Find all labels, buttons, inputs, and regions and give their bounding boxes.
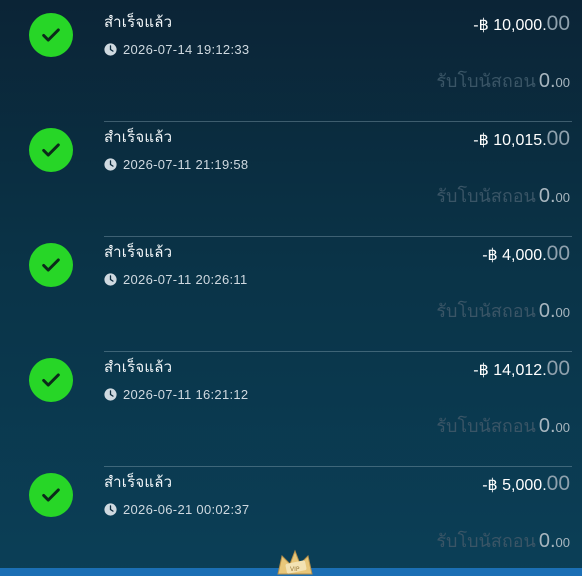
- withdraw-bonus: รับโบนัสถอน 0. 00: [436, 296, 570, 325]
- status-label: สำเร็จแล้ว: [104, 358, 173, 376]
- transaction-list: สำเร็จแล้ว 2026-07-14 19:12:33 -฿ 10,000…: [0, 0, 582, 576]
- status-label: สำเร็จแล้ว: [104, 243, 173, 261]
- amount-decimals: 00: [546, 127, 570, 150]
- amount: -฿ 4,000. 00: [482, 242, 570, 266]
- status-label: สำเร็จแล้ว: [104, 128, 173, 146]
- amount-value: -฿ 4,000.: [482, 247, 547, 264]
- bonus-value: 0.: [538, 530, 556, 552]
- amount-decimals: 00: [546, 357, 570, 380]
- timestamp-line: 2026-07-11 21:19:58: [104, 157, 248, 172]
- row-divider: [104, 236, 572, 237]
- status-label: สำเร็จแล้ว: [104, 473, 173, 491]
- timestamp-line: 2026-07-11 16:21:12: [104, 387, 248, 402]
- bonus-value: 0.: [538, 185, 556, 207]
- amount-value: -฿ 10,000.: [473, 17, 547, 34]
- bonus-decimals: 00: [555, 420, 570, 435]
- check-circle-icon: [29, 358, 73, 402]
- vip-text: VIP: [290, 566, 300, 573]
- bonus-label: รับโบนัสถอน: [436, 416, 536, 436]
- check-circle-icon: [29, 243, 73, 287]
- amount-value: -฿ 5,000.: [482, 477, 547, 494]
- vip-icon[interactable]: VIP: [272, 548, 318, 576]
- amount: -฿ 14,012. 00: [473, 357, 570, 381]
- clock-icon: [104, 273, 117, 286]
- timestamp-line: 2026-07-14 19:12:33: [104, 42, 249, 57]
- bonus-label: รับโบนัสถอน: [436, 71, 536, 91]
- amount-decimals: 00: [546, 472, 570, 495]
- amount-value: -฿ 10,015.: [473, 132, 547, 149]
- transaction-row[interactable]: สำเร็จแล้ว 2026-07-11 20:26:11 -฿ 4,000.…: [0, 230, 582, 345]
- check-circle-icon: [29, 128, 73, 172]
- bonus-decimals: 00: [555, 305, 570, 320]
- bonus-value: 0.: [538, 415, 556, 437]
- bonus-value: 0.: [538, 300, 556, 322]
- transaction-row[interactable]: สำเร็จแล้ว 2026-07-14 19:12:33 -฿ 10,000…: [0, 0, 582, 115]
- amount-decimals: 00: [546, 12, 570, 35]
- transaction-row[interactable]: สำเร็จแล้ว 2026-07-11 21:19:58 -฿ 10,015…: [0, 115, 582, 230]
- timestamp: 2026-07-11 20:26:11: [123, 272, 248, 287]
- amount: -฿ 10,000. 00: [473, 12, 570, 36]
- amount-decimals: 00: [546, 242, 570, 265]
- timestamp-line: 2026-07-11 20:26:11: [104, 272, 247, 287]
- amount-value: -฿ 14,012.: [473, 362, 547, 379]
- clock-icon: [104, 388, 117, 401]
- bonus-label: รับโบนัสถอน: [436, 186, 536, 206]
- bonus-decimals: 00: [555, 75, 570, 90]
- bonus-decimals: 00: [555, 535, 570, 550]
- row-divider: [104, 466, 572, 467]
- withdraw-bonus: รับโบนัสถอน 0. 00: [436, 526, 570, 555]
- timestamp-line: 2026-06-21 00:02:37: [104, 502, 249, 517]
- withdraw-bonus: รับโบนัสถอน 0. 00: [436, 411, 570, 440]
- row-divider: [104, 121, 572, 122]
- bonus-label: รับโบนัสถอน: [436, 531, 536, 551]
- check-circle-icon: [29, 13, 73, 57]
- bonus-value: 0.: [538, 70, 556, 92]
- status-label: สำเร็จแล้ว: [104, 13, 173, 31]
- clock-icon: [104, 158, 117, 171]
- withdraw-bonus: รับโบนัสถอน 0. 00: [436, 66, 570, 95]
- timestamp: 2026-06-21 00:02:37: [123, 502, 250, 517]
- timestamp: 2026-07-14 19:12:33: [123, 42, 250, 57]
- row-divider: [104, 351, 572, 352]
- bonus-label: รับโบนัสถอน: [436, 301, 536, 321]
- bonus-decimals: 00: [555, 190, 570, 205]
- clock-icon: [104, 43, 117, 56]
- withdraw-bonus: รับโบนัสถอน 0. 00: [436, 181, 570, 210]
- check-circle-icon: [29, 473, 73, 517]
- transaction-row[interactable]: สำเร็จแล้ว 2026-07-11 16:21:12 -฿ 14,012…: [0, 345, 582, 460]
- amount: -฿ 5,000. 00: [482, 472, 570, 496]
- timestamp: 2026-07-11 21:19:58: [123, 157, 249, 172]
- clock-icon: [104, 503, 117, 516]
- timestamp: 2026-07-11 16:21:12: [123, 387, 249, 402]
- amount: -฿ 10,015. 00: [473, 127, 570, 151]
